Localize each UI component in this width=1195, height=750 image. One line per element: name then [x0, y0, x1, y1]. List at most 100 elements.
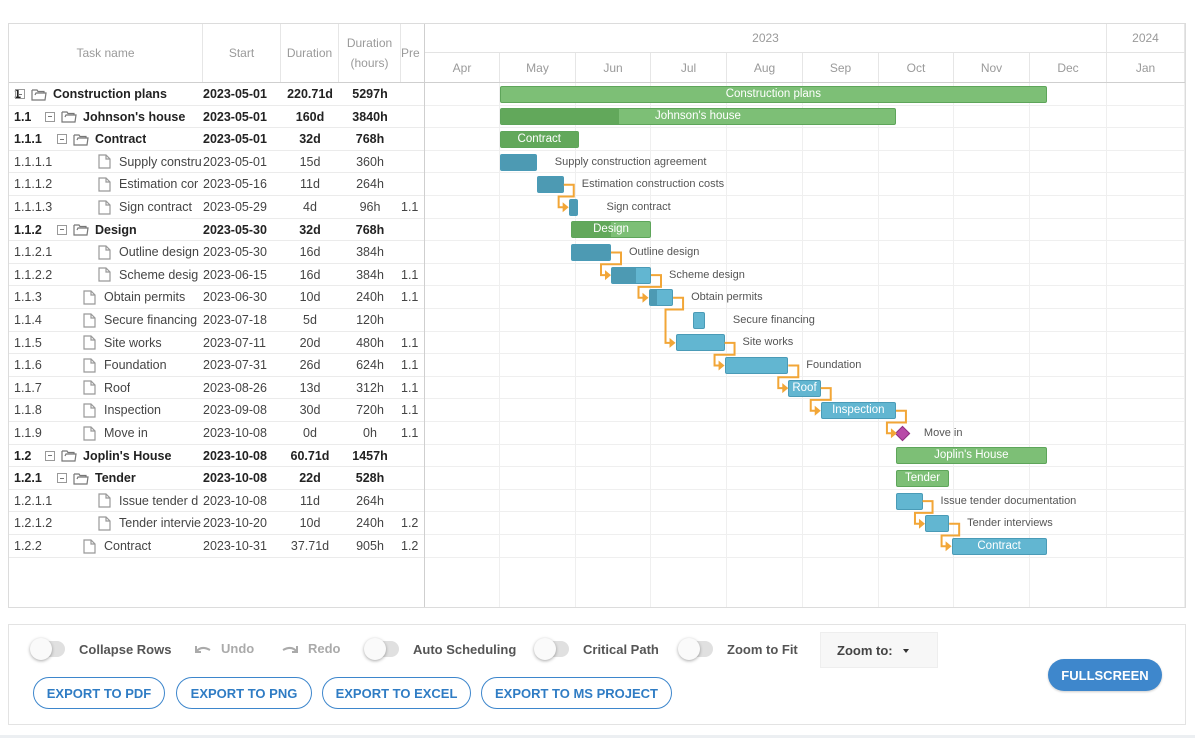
- task-row[interactable]: 1.2.1.1 Issue tender d 2023-10-08 11d 264h: [9, 490, 424, 513]
- task-row[interactable]: 1.1.1.1 Supply constru 2023-05-01 15d 360h: [9, 151, 424, 174]
- task-name[interactable]: Tender intervie: [119, 516, 201, 530]
- task-name[interactable]: Joplin's House: [83, 449, 171, 463]
- collapse-toggle-icon[interactable]: [45, 450, 55, 461]
- task-wbs: 1.1.2.2: [14, 267, 53, 282]
- task-row[interactable]: 1.1.1.2 Estimation cor 2023-05-16 11d 264h: [9, 173, 424, 196]
- task-bar[interactable]: Inspection: [820, 402, 896, 420]
- task-bar[interactable]: Contract: [951, 537, 1047, 555]
- column-header-duration-hours[interactable]: Duration (hours): [339, 24, 401, 82]
- column-header-start[interactable]: Start: [203, 24, 281, 82]
- task-row[interactable]: 1.1.3 Obtain permits 2023-06-30 10d 240h 1.1: [9, 286, 424, 309]
- task-row[interactable]: 1.2.2 Contract 2023-10-31 37.71d 905h 1.2: [9, 535, 424, 558]
- collapse-rows-label: Collapse Rows: [79, 641, 172, 657]
- export-pdf-button[interactable]: EXPORT TO PDF: [33, 677, 165, 709]
- undo-button[interactable]: Undo: [193, 641, 254, 656]
- task-name[interactable]: Scheme desig: [119, 268, 198, 282]
- task-name[interactable]: Estimation cor: [119, 177, 198, 191]
- summary-bar[interactable]: Construction plans: [500, 85, 1047, 103]
- task-row[interactable]: 1 Construction plans 2023-05-01 220.71d 5297…: [9, 83, 424, 106]
- task-name[interactable]: Construction plans: [53, 87, 167, 101]
- task-row[interactable]: 1.2 Joplin's House 2023-10-08 60.71d 1457h: [9, 445, 424, 468]
- task-row[interactable]: 1.1.2 Design 2023-05-30 32d 768h: [9, 219, 424, 242]
- timeline-row-line: [425, 330, 1185, 332]
- task-row[interactable]: 1.1.5 Site works 2023-07-11 20d 480h 1.1: [9, 332, 424, 355]
- column-header-predecessors[interactable]: Pre: [401, 24, 424, 82]
- task-name[interactable]: Supply constru: [119, 155, 202, 169]
- export-png-button[interactable]: EXPORT TO PNG: [176, 677, 312, 709]
- task-bar[interactable]: [692, 311, 705, 329]
- task-bar[interactable]: [724, 357, 789, 374]
- fullscreen-button[interactable]: FULLSCREEN: [1048, 659, 1162, 691]
- task-row[interactable]: 1.1.1.3 Sign contract 2023-05-29 4d 96h 1.1: [9, 196, 424, 219]
- task-name[interactable]: Inspection: [104, 403, 161, 417]
- task-row[interactable]: 1.1.4 Secure financing 2023-07-18 5d 120h: [9, 309, 424, 332]
- summary-bar[interactable]: Contract: [500, 131, 579, 148]
- zoom-to-fit-switch[interactable]: [678, 638, 713, 660]
- milestone-marker[interactable]: [894, 425, 911, 442]
- task-row[interactable]: 1.1 Johnson's house 2023-05-01 160d 3840h: [9, 106, 424, 129]
- zoom-to-fit-toggle[interactable]: Zoom to Fit: [678, 638, 798, 660]
- task-row[interactable]: 1.1.6 Foundation 2023-07-31 26d 624h 1.1: [9, 354, 424, 377]
- collapse-toggle-icon[interactable]: [57, 224, 67, 235]
- task-wbs: 1.1.2.1: [14, 245, 53, 260]
- task-bar[interactable]: [675, 334, 725, 352]
- summary-bar[interactable]: Tender: [895, 470, 950, 487]
- task-name[interactable]: Sign contract: [119, 200, 192, 214]
- task-bar[interactable]: [571, 244, 611, 261]
- task-bar[interactable]: [536, 176, 564, 194]
- bar-label: Joplin's House: [934, 449, 1009, 462]
- caret-down-icon: [903, 649, 909, 653]
- summary-bar[interactable]: Joplin's House: [895, 447, 1047, 465]
- auto-scheduling-switch[interactable]: [364, 638, 399, 660]
- collapse-rows-switch[interactable]: [30, 638, 65, 660]
- task-name[interactable]: Contract: [95, 132, 146, 146]
- task-name[interactable]: Secure financing: [104, 313, 197, 327]
- task-row[interactable]: 1.1.2.2 Scheme desig 2023-06-15 16d 384h 1.1: [9, 264, 424, 287]
- task-bar[interactable]: [895, 492, 923, 510]
- export-ms-project-button[interactable]: EXPORT TO MS PROJECT: [481, 677, 672, 709]
- task-wbs: 1.2.1.2: [14, 516, 53, 531]
- column-header-task-name[interactable]: Task name: [9, 24, 203, 82]
- timeline-row-line: [425, 488, 1185, 490]
- task-row[interactable]: 1.2.1 Tender 2023-10-08 22d 528h: [9, 467, 424, 490]
- task-bar[interactable]: Roof: [788, 379, 821, 397]
- task-name[interactable]: Obtain permits: [104, 290, 185, 304]
- task-row[interactable]: 1.1.8 Inspection 2023-09-08 30d 720h 1.1: [9, 399, 424, 422]
- task-bar[interactable]: [611, 266, 651, 284]
- collapse-toggle-icon[interactable]: [57, 134, 67, 145]
- column-header-duration[interactable]: Duration: [281, 24, 339, 82]
- critical-path-toggle[interactable]: Critical Path: [534, 638, 659, 660]
- collapse-toggle-icon[interactable]: [57, 473, 67, 484]
- auto-scheduling-toggle[interactable]: Auto Scheduling: [364, 638, 516, 660]
- summary-bar[interactable]: Johnson's house: [500, 108, 896, 126]
- task-name[interactable]: Issue tender d: [119, 494, 198, 508]
- task-bar[interactable]: [568, 198, 579, 216]
- task-name[interactable]: Design: [95, 223, 137, 237]
- zoom-to-select[interactable]: Zoom to:: [820, 632, 938, 668]
- task-bar[interactable]: [924, 515, 950, 533]
- task-name[interactable]: Contract: [104, 539, 151, 553]
- collapse-toggle-icon[interactable]: [45, 111, 55, 122]
- export-excel-button[interactable]: EXPORT TO EXCEL: [322, 677, 471, 709]
- task-name[interactable]: Foundation: [104, 358, 167, 372]
- collapse-toggle-icon[interactable]: [15, 89, 25, 99]
- task-row[interactable]: 1.1.9 Move in 2023-10-08 0d 0h 1.1: [9, 422, 424, 445]
- task-name[interactable]: Johnson's house: [83, 110, 185, 124]
- task-name[interactable]: Move in: [104, 426, 148, 440]
- task-row[interactable]: 1.1.1 Contract 2023-05-01 32d 768h: [9, 128, 424, 151]
- redo-button[interactable]: Redo: [280, 641, 341, 656]
- task-name[interactable]: Tender: [95, 471, 136, 485]
- task-duration: 30d: [299, 403, 321, 418]
- collapse-rows-toggle[interactable]: Collapse Rows: [30, 638, 172, 660]
- task-name[interactable]: Outline design: [119, 245, 199, 259]
- summary-bar[interactable]: Design: [571, 221, 651, 239]
- task-name[interactable]: Roof: [104, 381, 130, 395]
- task-row[interactable]: 1.2.1.2 Tender intervie 2023-10-20 10d 240h 1…: [9, 512, 424, 535]
- task-bar[interactable]: [648, 289, 674, 307]
- task-duration: 16d: [299, 245, 321, 260]
- task-name[interactable]: Site works: [104, 336, 162, 350]
- task-row[interactable]: 1.1.2.1 Outline design 2023-05-30 16d 384h: [9, 241, 424, 264]
- critical-path-switch[interactable]: [534, 638, 569, 660]
- task-bar[interactable]: [500, 153, 537, 171]
- task-row[interactable]: 1.1.7 Roof 2023-08-26 13d 312h 1.1: [9, 377, 424, 400]
